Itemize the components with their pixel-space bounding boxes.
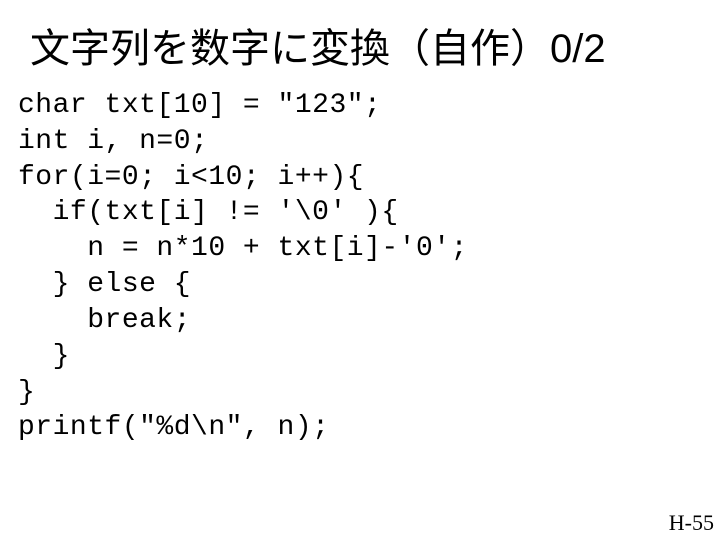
slide-title: 文字列を数字に変換（自作）0/2 bbox=[0, 0, 720, 88]
code-block: char txt[10] = "123"; int i, n=0; for(i=… bbox=[0, 88, 720, 446]
slide-number: H-55 bbox=[669, 510, 714, 536]
